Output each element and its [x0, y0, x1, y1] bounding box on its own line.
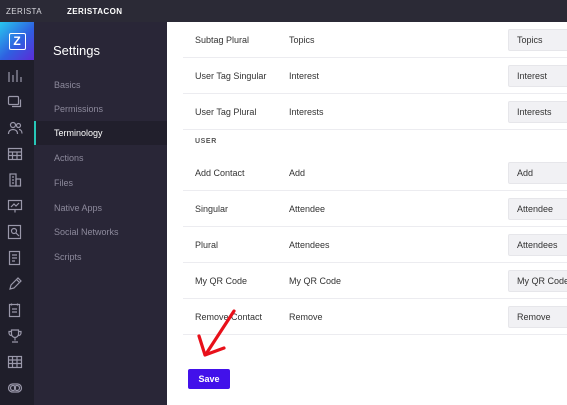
- term-label: My QR Code: [195, 276, 248, 286]
- term-row: User Tag Singular Interest: [183, 58, 567, 94]
- term-input[interactable]: [508, 198, 567, 220]
- term-input[interactable]: [508, 101, 567, 123]
- sidebar-item-terminology[interactable]: Terminology: [34, 121, 167, 145]
- building-icon[interactable]: [7, 172, 23, 188]
- sidebar-item-actions[interactable]: Actions: [34, 146, 167, 170]
- term-default: Add: [289, 168, 306, 178]
- grid-icon[interactable]: [7, 354, 23, 370]
- logo-letter: Z: [8, 32, 26, 50]
- term-default: Interests: [289, 107, 324, 117]
- people-icon[interactable]: [7, 120, 23, 136]
- term-input[interactable]: [508, 270, 567, 292]
- document-icon[interactable]: [7, 250, 23, 266]
- sidebar-item-native-apps[interactable]: Native Apps: [34, 196, 167, 220]
- term-row: Singular Attendee: [183, 191, 567, 227]
- term-label: Singular: [195, 204, 229, 214]
- term-input[interactable]: [508, 234, 567, 256]
- term-default: My QR Code: [289, 276, 342, 286]
- settings-sidebar: Settings Basics Permissions Terminology …: [34, 22, 167, 405]
- term-input[interactable]: [508, 162, 567, 184]
- sidebar-item-files[interactable]: Files: [34, 171, 167, 195]
- top-bar: ZERISTA ZERISTACON: [0, 0, 567, 22]
- term-row: My QR Code My QR Code: [183, 263, 567, 299]
- pen-icon[interactable]: [7, 276, 23, 292]
- chat-icon[interactable]: [7, 94, 23, 110]
- trophy-icon[interactable]: [7, 328, 23, 344]
- calendar-icon[interactable]: [7, 146, 23, 162]
- notes-icon[interactable]: [7, 302, 23, 318]
- term-input[interactable]: [508, 306, 567, 328]
- term-default: Attendee: [289, 204, 326, 214]
- org-name[interactable]: ZERISTA: [0, 7, 67, 16]
- sidebar-item-scripts[interactable]: Scripts: [34, 245, 167, 269]
- presentation-icon[interactable]: [7, 198, 23, 214]
- app-logo[interactable]: Z: [0, 22, 34, 60]
- bar-chart-icon[interactable]: [7, 68, 23, 84]
- search-doc-icon[interactable]: [7, 224, 23, 240]
- term-input[interactable]: [508, 65, 567, 87]
- term-default: Interest: [289, 71, 320, 81]
- sidebar-item-permissions[interactable]: Permissions: [34, 97, 167, 121]
- sidebar-item-social-networks[interactable]: Social Networks: [34, 220, 167, 244]
- term-label: Add Contact: [195, 168, 245, 178]
- term-input[interactable]: [508, 29, 567, 51]
- event-name[interactable]: ZERISTACON: [67, 7, 122, 16]
- term-default: Topics: [289, 35, 315, 45]
- term-row: User Tag Plural Interests: [183, 94, 567, 130]
- term-row: Plural Attendees: [183, 227, 567, 263]
- term-row: Add Contact Add: [183, 155, 567, 191]
- term-default: Remove: [289, 312, 323, 322]
- term-label: User Tag Plural: [195, 107, 257, 117]
- section-header-user: USER: [195, 138, 217, 145]
- term-label: User Tag Singular: [195, 71, 267, 81]
- sidebar-item-basics[interactable]: Basics: [34, 73, 167, 97]
- icon-rail: Z: [0, 22, 34, 405]
- toggle-icon[interactable]: [7, 380, 23, 396]
- annotation-arrow: [193, 308, 241, 360]
- save-button[interactable]: Save: [188, 369, 230, 389]
- term-label: Subtag Plural: [195, 35, 250, 45]
- term-label: Plural: [195, 240, 219, 250]
- term-row: Subtag Plural Topics: [183, 22, 567, 58]
- sidebar-title: Settings: [53, 43, 100, 58]
- term-default: Attendees: [289, 240, 330, 250]
